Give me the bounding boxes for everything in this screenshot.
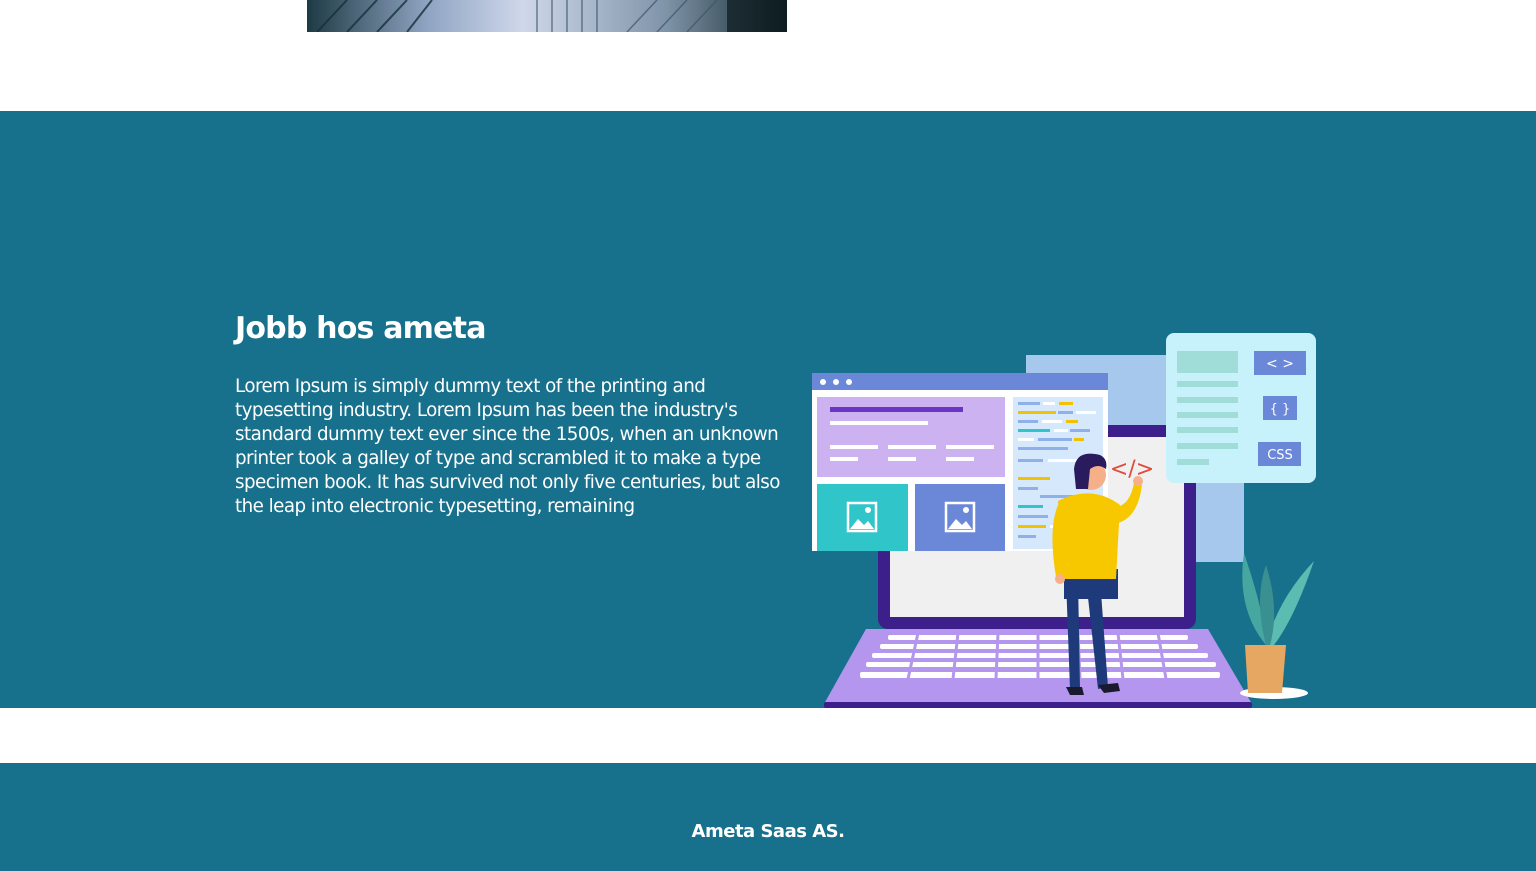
jobs-heading: Jobb hos ameta bbox=[235, 311, 486, 346]
developer-laptop-illustration: < > { } CSS </> bbox=[812, 333, 1316, 708]
developer-illustration: < > { } CSS </> bbox=[808, 329, 1320, 713]
jobs-description: Lorem Ipsum is simply dummy text of the … bbox=[235, 376, 780, 517]
footer-company-name: Ameta Saas AS. bbox=[691, 821, 845, 842]
plant-decoration bbox=[1240, 553, 1314, 699]
building-photo-graphic bbox=[307, 0, 787, 32]
footer: Ameta Saas AS. bbox=[0, 763, 1536, 871]
panel-label-angle: < > bbox=[1266, 356, 1294, 372]
panel-label-css: CSS bbox=[1267, 448, 1293, 463]
building-photo bbox=[307, 0, 787, 32]
panel-label-braces: { } bbox=[1270, 402, 1291, 417]
jobs-section: Jobb hos ameta Lorem Ipsum is simply dum… bbox=[0, 111, 1536, 708]
code-tag-label: </> bbox=[1110, 457, 1154, 482]
